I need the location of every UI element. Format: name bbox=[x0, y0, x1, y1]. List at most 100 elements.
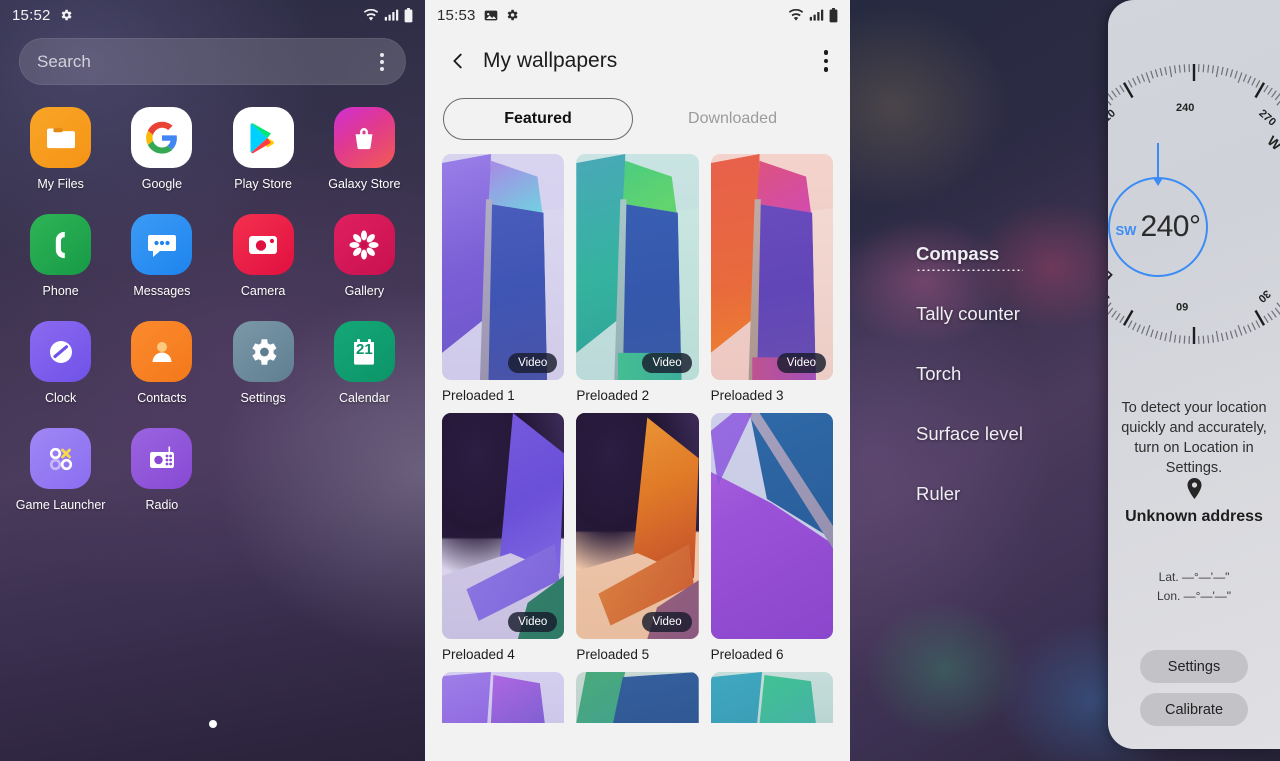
status-bar-left-icons bbox=[484, 8, 519, 22]
page-dot-active[interactable] bbox=[208, 720, 217, 728]
wallpaper-label: Preloaded 5 bbox=[576, 647, 650, 662]
app-icon-image[interactable]: 21 bbox=[333, 321, 395, 382]
wallpaper-label: Preloaded 3 bbox=[710, 388, 784, 403]
app-label: Phone bbox=[42, 284, 79, 298]
app-icon-gallery[interactable]: Gallery bbox=[314, 214, 415, 298]
tool-item-tally-counter[interactable]: Tally counter bbox=[916, 303, 1023, 325]
wallpaper-thumbnail[interactable] bbox=[442, 672, 565, 723]
tool-item-compass[interactable]: Compass bbox=[916, 243, 1023, 271]
app-icon-my-files[interactable]: My Files bbox=[10, 107, 111, 191]
app-label: Gallery bbox=[344, 284, 385, 298]
tool-item-ruler[interactable]: Ruler bbox=[916, 483, 1023, 505]
app-icon-phone[interactable]: Phone bbox=[10, 214, 111, 298]
app-icon-google[interactable]: Google bbox=[111, 107, 212, 191]
tool-item-surface-level[interactable]: Surface level bbox=[916, 423, 1023, 445]
compass-card: 210 240 270 W 90 60 30 E SW 240° To dete… bbox=[1108, 0, 1280, 749]
phone-icon bbox=[30, 214, 92, 275]
gear-icon bbox=[61, 9, 72, 21]
app-icon-image[interactable] bbox=[232, 321, 294, 382]
app-icon-image[interactable] bbox=[131, 428, 193, 489]
wallpaper-item[interactable]: Video Preloaded 4 bbox=[442, 413, 565, 662]
wallpaper-thumbnail[interactable]: Video bbox=[442, 413, 565, 639]
app-icon-image[interactable] bbox=[232, 214, 294, 275]
app-icon-image[interactable] bbox=[333, 214, 395, 275]
tab-featured[interactable]: Featured bbox=[443, 98, 633, 140]
kebab-menu-icon[interactable] bbox=[818, 44, 835, 78]
wallpaper-thumbnail[interactable] bbox=[710, 672, 833, 723]
compass-needle bbox=[1152, 143, 1164, 186]
wallpaper-item[interactable]: Video Preloaded 3 bbox=[710, 154, 833, 403]
game-launcher-icon bbox=[30, 428, 92, 489]
home-screen-panel: 15:52 Search My Files Google Play Store … bbox=[0, 0, 425, 761]
wallpaper-label: Preloaded 1 bbox=[442, 388, 515, 403]
calendar-icon: 21 bbox=[333, 321, 395, 382]
google-icon bbox=[131, 107, 193, 168]
wallpaper-thumbnail[interactable]: Video bbox=[576, 413, 699, 639]
wallpaper-item[interactable]: Video Preloaded 5 bbox=[576, 413, 699, 662]
tools-menu: Compass Tally counter Torch Surface leve… bbox=[916, 243, 1023, 543]
app-icon-clock[interactable]: Clock bbox=[10, 321, 111, 405]
app-icon-camera[interactable]: Camera bbox=[213, 214, 314, 298]
app-icon-messages[interactable]: Messages bbox=[111, 214, 212, 298]
search-bar[interactable]: Search bbox=[19, 38, 406, 85]
settings-button[interactable]: Settings bbox=[1140, 650, 1248, 683]
wallpaper-item[interactable] bbox=[710, 672, 833, 723]
status-bar-home: 15:52 bbox=[0, 0, 425, 30]
app-icon-radio[interactable]: Radio bbox=[111, 428, 212, 512]
signal-icon bbox=[384, 9, 399, 21]
tab-downloaded[interactable]: Downloaded bbox=[633, 99, 832, 139]
wallpaper-thumbnail[interactable] bbox=[576, 672, 699, 723]
wallpaper-thumbnail[interactable]: Video bbox=[442, 154, 565, 380]
latitude-value: Lat. —°—'—" bbox=[1158, 570, 1230, 584]
wallpaper-item[interactable] bbox=[576, 672, 699, 723]
app-icon-image[interactable] bbox=[30, 214, 92, 275]
video-badge: Video bbox=[642, 612, 692, 632]
app-icon-galaxy-store[interactable]: Galaxy Store bbox=[314, 107, 415, 191]
calibrate-button[interactable]: Calibrate bbox=[1140, 693, 1248, 726]
app-icon-image[interactable] bbox=[30, 321, 92, 382]
app-label: Camera bbox=[240, 284, 286, 298]
status-bar-left-icons bbox=[59, 8, 73, 22]
kebab-menu-icon[interactable] bbox=[376, 49, 388, 75]
wallpaper-item[interactable]: Video Preloaded 1 bbox=[442, 154, 565, 403]
status-bar-time: 15:52 bbox=[12, 6, 51, 24]
app-icon-image[interactable] bbox=[131, 321, 193, 382]
compass-buttons: Settings Calibrate bbox=[1108, 650, 1280, 726]
messages-icon bbox=[131, 214, 193, 275]
search-input-placeholder[interactable]: Search bbox=[37, 52, 376, 72]
wallpaper-thumbnail[interactable]: Video bbox=[710, 154, 833, 380]
app-icon-play-store[interactable]: Play Store bbox=[213, 107, 314, 191]
app-icon-contacts[interactable]: Contacts bbox=[111, 321, 212, 405]
wallpaper-item[interactable]: Video Preloaded 2 bbox=[576, 154, 699, 403]
screenshot-root: 15:52 Search My Files Google Play Store … bbox=[0, 0, 1280, 761]
tool-item-torch[interactable]: Torch bbox=[916, 363, 1023, 385]
back-chevron-icon[interactable] bbox=[441, 44, 475, 78]
wallpaper-item[interactable]: Preloaded 6 bbox=[710, 413, 833, 662]
calendar-day-number: 21 bbox=[356, 341, 373, 358]
clock-icon bbox=[30, 321, 92, 382]
app-label: Clock bbox=[44, 391, 77, 405]
app-label: Radio bbox=[145, 498, 179, 512]
app-icon-image[interactable] bbox=[131, 214, 193, 275]
app-icon-image[interactable] bbox=[131, 107, 193, 168]
wallpaper-thumbnail[interactable]: Video bbox=[576, 154, 699, 380]
video-badge: Video bbox=[642, 353, 692, 373]
app-bar: My wallpapers bbox=[425, 30, 850, 92]
app-icon-image[interactable] bbox=[232, 107, 294, 168]
app-icon-image[interactable] bbox=[30, 107, 92, 168]
address-label: Unknown address bbox=[1125, 508, 1263, 525]
location-message: To detect your location quickly and accu… bbox=[1121, 400, 1267, 476]
compass-direction: SW bbox=[1115, 222, 1137, 238]
wallpaper-item[interactable] bbox=[442, 672, 565, 723]
app-icon-settings[interactable]: Settings bbox=[213, 321, 314, 405]
wallpaper-thumbnail[interactable] bbox=[710, 413, 833, 639]
gear-icon bbox=[507, 9, 518, 21]
app-icon-image[interactable] bbox=[333, 107, 395, 168]
my-files-icon bbox=[30, 107, 92, 168]
page-indicator[interactable] bbox=[0, 720, 425, 728]
compass-dial[interactable]: 210 240 270 W 90 60 30 E SW 240° bbox=[1108, 22, 1280, 386]
wifi-icon bbox=[788, 8, 804, 21]
app-icon-game-launcher[interactable]: Game Launcher bbox=[10, 428, 111, 512]
app-icon-calendar[interactable]: 21 Calendar bbox=[314, 321, 415, 405]
app-icon-image[interactable] bbox=[30, 428, 92, 489]
